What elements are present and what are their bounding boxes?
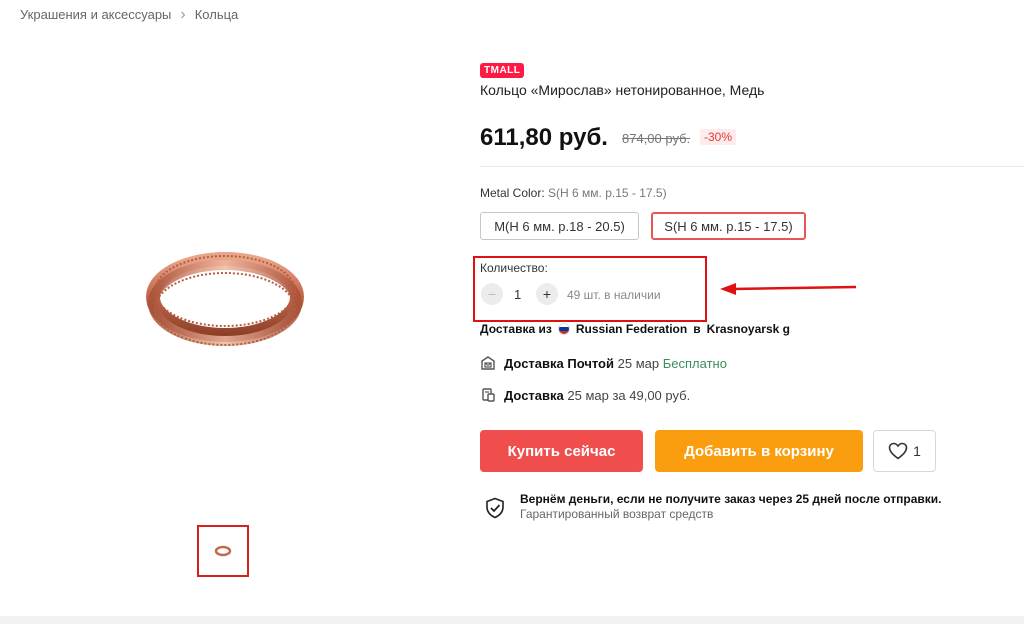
delivery-city[interactable]: Krasnoyarsk g (707, 322, 790, 336)
add-to-cart-button[interactable]: Добавить в корзину (655, 430, 863, 472)
delivery-courier-row: Доставка 25 мар за 49,00 руб. (480, 387, 690, 403)
breadcrumb-link-jewelry[interactable]: Украшения и аксессуары (20, 7, 171, 22)
current-price: 611,80 руб. (480, 124, 608, 151)
quantity-increase-button[interactable]: + (536, 283, 558, 305)
breadcrumb: Украшения и аксессуары › Кольца (20, 6, 239, 23)
delivery-country[interactable]: Russian Federation (576, 322, 687, 336)
delivery-to-prefix: в (693, 322, 701, 336)
option-label: Metal Color: S(Н 6 мм. р.15 - 17.5) (480, 186, 667, 200)
breadcrumb-link-rings[interactable]: Кольца (195, 7, 239, 22)
wishlist-button[interactable]: 1 (873, 430, 936, 472)
buy-now-button[interactable]: Купить сейчас (480, 430, 643, 472)
heart-icon (888, 442, 908, 460)
page-bottom-bar (0, 616, 1024, 624)
guarantee-title: Вернём деньги, если не получите заказ че… (520, 492, 942, 506)
discount-badge: -30% (700, 129, 737, 145)
old-price: 874,00 руб. (622, 131, 691, 146)
shield-check-icon (486, 497, 504, 519)
ring-image (146, 252, 304, 346)
product-title: Кольцо «Мирослав» нетонированное, Медь (480, 82, 765, 98)
courier-icon (482, 388, 495, 402)
option-size-m[interactable]: M(Н 6 мм. р.18 - 20.5) (480, 212, 639, 240)
product-thumbnail[interactable] (197, 525, 249, 577)
delivery-post-label: Доставка Почтой (504, 355, 614, 371)
delivery-courier-label: Доставка (504, 387, 564, 403)
tmall-badge: TMALL (480, 63, 525, 78)
delivery-post-date: 25 мар (617, 355, 660, 371)
option-selected-text: S(Н 6 мм. р.15 - 17.5) (548, 186, 667, 200)
chevron-right-icon: › (180, 6, 186, 23)
delivery-courier-info: 25 мар за 49,00 руб. (567, 387, 691, 403)
divider (480, 166, 1024, 167)
delivery-post-price: Бесплатно (662, 355, 727, 371)
arrow-left-icon (720, 283, 857, 295)
product-main-image[interactable] (140, 245, 310, 355)
quantity-value[interactable]: 1 (514, 287, 521, 302)
delivery-from: Доставка из Russian Federation в Krasnoy… (480, 322, 790, 336)
russia-flag-icon (557, 323, 570, 335)
ring-thumbnail-icon (214, 545, 232, 557)
option-label-text: Metal Color: (480, 186, 545, 200)
option-size-s[interactable]: S(Н 6 мм. р.15 - 17.5) (651, 212, 806, 240)
delivery-from-prefix: Доставка из (480, 322, 552, 336)
quantity-label: Количество: (480, 261, 548, 275)
wishlist-count: 1 (913, 443, 921, 459)
guarantee-subtitle: Гарантированный возврат средств (520, 507, 714, 521)
post-office-icon (481, 356, 495, 370)
delivery-post-row: Доставка Почтой 25 мар Бесплатно (480, 355, 727, 371)
quantity-decrease-button[interactable]: − (481, 283, 503, 305)
stock-text: 49 шт. в наличии (567, 288, 661, 302)
